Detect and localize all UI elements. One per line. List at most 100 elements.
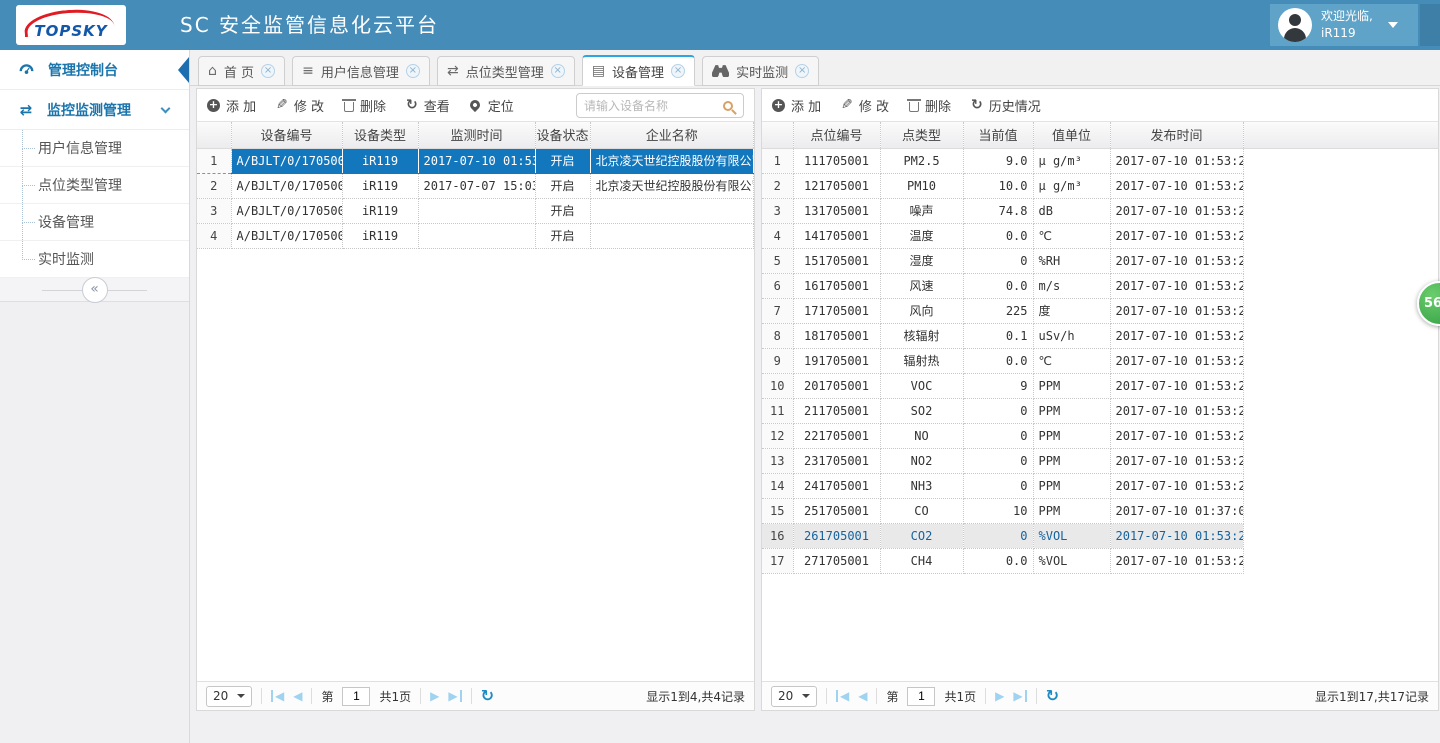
search-icon[interactable] (723, 101, 733, 111)
close-icon[interactable]: × (406, 64, 420, 78)
table-cell: 2017-07-10 01:53:22 (1110, 398, 1243, 423)
trash-icon (344, 102, 354, 112)
page-size-select[interactable]: 20 (771, 686, 817, 707)
tab-point-type[interactable]: ⇄ 点位类型管理 × (437, 56, 575, 86)
table-row[interactable]: 16261705001CO20%VOL2017-07-10 01:53:22 (762, 523, 1438, 548)
tab-label: 用户信息管理 (321, 62, 399, 81)
table-row[interactable]: 4A/BJLT/0/1705004iR119开启 (197, 223, 754, 248)
table-cell: 2017-07-10 01:53:22 (418, 148, 535, 173)
table-row[interactable]: 2A/BJLT/0/1705002iR1192017-07-07 15:03:0… (197, 173, 754, 198)
table-row[interactable]: 6161705001风速0.0m/s2017-07-10 01:53:21 (762, 273, 1438, 298)
table-row[interactable]: 11211705001SO20PPM2017-07-10 01:53:22 (762, 398, 1438, 423)
sidebar-item-device-mgmt[interactable]: 设备管理 (0, 204, 189, 241)
table-row[interactable]: 15251705001CO10PPM2017-07-10 01:37:01 (762, 498, 1438, 523)
table-cell: 8 (762, 323, 793, 348)
table-row[interactable]: 1A/BJLT/0/1705001iR1192017-07-10 01:53:2… (197, 148, 754, 173)
refresh-icon: ↻ (971, 98, 983, 112)
sidebar-item-realtime[interactable]: 实时监测 (0, 241, 189, 278)
close-icon[interactable]: × (795, 64, 809, 78)
sidebar-item-console[interactable]: 管理控制台 (0, 50, 189, 90)
sidebar-item-user-info[interactable]: 用户信息管理 (0, 130, 189, 167)
table-row[interactable]: 17271705001CH40.0%VOL2017-07-10 01:53:21 (762, 548, 1438, 573)
table-cell: A/BJLT/0/1705002 (231, 173, 342, 198)
collapse-sidebar-button[interactable]: « (82, 277, 108, 303)
welcome-line: 欢迎光临, (1321, 8, 1373, 25)
table-cell: 9 (762, 348, 793, 373)
table-row[interactable]: 5151705001湿度0%RH2017-07-10 01:53:22 (762, 248, 1438, 273)
realtime-toolbar: + 添 加 ✎ 修 改 删除 ↻ 历史情况 (762, 89, 1438, 122)
table-cell: 171705001 (793, 298, 880, 323)
reload-icon[interactable]: ↻ (481, 688, 494, 704)
sidebar-item-monitor-mgmt[interactable]: ⇄ 监控监测管理 (0, 90, 189, 130)
table-cell: 161705001 (793, 273, 880, 298)
first-page-button[interactable]: ◀ (836, 690, 849, 702)
add-button-label: 添 加 (791, 96, 821, 115)
table-row[interactable]: 3131705001噪声74.8dB2017-07-10 01:53:22 (762, 198, 1438, 223)
add-button[interactable]: + 添 加 (772, 96, 821, 115)
table-cell: 4 (197, 223, 231, 248)
tab-realtime[interactable]: 实时监测 × (702, 56, 819, 86)
table-row[interactable]: 10201705001VOC9PPM2017-07-10 01:53:22 (762, 373, 1438, 398)
table-cell: iR119 (342, 198, 418, 223)
table-cell: 辐射热 (880, 348, 963, 373)
table-cell (590, 198, 754, 223)
separator (420, 688, 421, 704)
close-icon[interactable]: × (261, 64, 275, 78)
last-page-button[interactable]: ▶ (448, 690, 461, 702)
prev-page-button[interactable]: ◀ (293, 690, 302, 702)
welcome-text: 欢迎光临, iR119 (1321, 8, 1373, 43)
locate-button[interactable]: 定位 (470, 96, 514, 115)
next-page-button[interactable]: ▶ (430, 690, 439, 702)
table-cell: 2017-07-10 01:53:21 (1110, 323, 1243, 348)
grid-icon: ▤ (592, 64, 605, 78)
user-menu[interactable]: 欢迎光临, iR119 (1270, 4, 1418, 46)
filler-cell (1243, 273, 1438, 298)
page-number-input[interactable] (907, 687, 935, 706)
sidebar-item-label: 管理控制台 (48, 60, 118, 80)
delete-button[interactable]: 删除 (344, 96, 386, 115)
table-row[interactable]: 7171705001风向225度2017-07-10 01:53:21 (762, 298, 1438, 323)
table-cell (590, 223, 754, 248)
close-icon[interactable]: × (551, 64, 565, 78)
table-cell: μ g/m³ (1033, 173, 1110, 198)
table-row[interactable]: 9191705001辐射热0.0℃2017-07-10 01:53:21 (762, 348, 1438, 373)
table-cell: 2 (197, 173, 231, 198)
history-button[interactable]: ↻ 历史情况 (971, 96, 1041, 115)
reload-icon[interactable]: ↻ (1046, 688, 1059, 704)
device-search-input[interactable] (577, 99, 723, 113)
next-page-button[interactable]: ▶ (995, 690, 1004, 702)
page-size-select[interactable]: 20 (206, 686, 252, 707)
tab-home[interactable]: ⌂ 首 页 × (198, 56, 285, 86)
delete-button[interactable]: 删除 (909, 96, 951, 115)
table-row[interactable]: 2121705001PM1010.0μ g/m³2017-07-10 01:53… (762, 173, 1438, 198)
page-number-input[interactable] (342, 687, 370, 706)
sidebar-item-label: 监控监测管理 (47, 100, 131, 120)
edit-button[interactable]: ✎ 修 改 (276, 96, 324, 115)
tab-label: 设备管理 (612, 62, 664, 81)
first-page-button[interactable]: ◀ (271, 690, 284, 702)
table-row[interactable]: 8181705001核辐射0.1uSv/h2017-07-10 01:53:21 (762, 323, 1438, 348)
tab-device-mgmt[interactable]: ▤ 设备管理 × (582, 55, 695, 86)
table-row[interactable]: 12221705001NO0PPM2017-07-10 01:53:21 (762, 423, 1438, 448)
table-header-row: 点位编号点类型当前值值单位发布时间 (762, 122, 1438, 148)
table-row[interactable]: 13231705001NO20PPM2017-07-10 01:53:22 (762, 448, 1438, 473)
tab-user-info[interactable]: ≡ 用户信息管理 × (292, 56, 430, 86)
table-cell: 开启 (535, 223, 590, 248)
home-icon: ⌂ (208, 64, 217, 78)
table-cell: PPM (1033, 498, 1110, 523)
last-page-button[interactable]: ▶ (1013, 690, 1026, 702)
table-cell: 度 (1033, 298, 1110, 323)
table-row[interactable]: 3A/BJLT/0/1705003iR119开启 (197, 198, 754, 223)
view-button[interactable]: ↻ 查看 (406, 96, 450, 115)
table-row[interactable]: 4141705001温度0.0℃2017-07-10 01:53:22 (762, 223, 1438, 248)
table-row[interactable]: 14241705001NH30PPM2017-07-10 01:53:21 (762, 473, 1438, 498)
table-cell: 181705001 (793, 323, 880, 348)
table-row[interactable]: 1111705001PM2.59.0μ g/m³2017-07-10 01:53… (762, 148, 1438, 173)
prev-page-button[interactable]: ◀ (858, 690, 867, 702)
close-icon[interactable]: × (671, 64, 685, 78)
add-button[interactable]: + 添 加 (207, 96, 256, 115)
filler-cell (1243, 498, 1438, 523)
sidebar-item-point-type[interactable]: 点位类型管理 (0, 167, 189, 204)
select-caret-icon (802, 694, 810, 698)
edit-button[interactable]: ✎ 修 改 (841, 96, 889, 115)
